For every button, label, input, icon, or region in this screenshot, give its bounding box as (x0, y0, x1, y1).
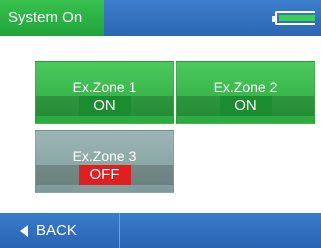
battery-nub (272, 16, 276, 22)
top-bar: System On (0, 0, 321, 36)
back-arrow-icon (20, 225, 28, 237)
zone-state-badge: ON (78, 96, 131, 116)
bottom-bar: BACK (0, 213, 321, 248)
system-status-label: System On (0, 0, 104, 36)
battery-fill (279, 15, 315, 21)
battery-icon (272, 11, 315, 25)
zone-state-strip: ON (36, 96, 173, 116)
back-label: BACK (36, 222, 77, 239)
zone-name: Ex.Zone 1 (72, 79, 137, 95)
zone-state-strip: ON (177, 96, 314, 116)
back-button[interactable]: BACK (0, 213, 120, 248)
zone-tile-3[interactable]: Ex.Zone 3 OFF (35, 130, 174, 193)
zone-state-strip: OFF (36, 165, 173, 185)
zone-tile-1[interactable]: Ex.Zone 1 ON (35, 61, 174, 124)
zone-name: Ex.Zone 3 (72, 148, 137, 164)
zone-state-badge: ON (219, 96, 272, 116)
zone-name: Ex.Zone 2 (213, 79, 278, 95)
zone-tile-2[interactable]: Ex.Zone 2 ON (176, 61, 315, 124)
zone-state-badge: OFF (78, 165, 131, 185)
